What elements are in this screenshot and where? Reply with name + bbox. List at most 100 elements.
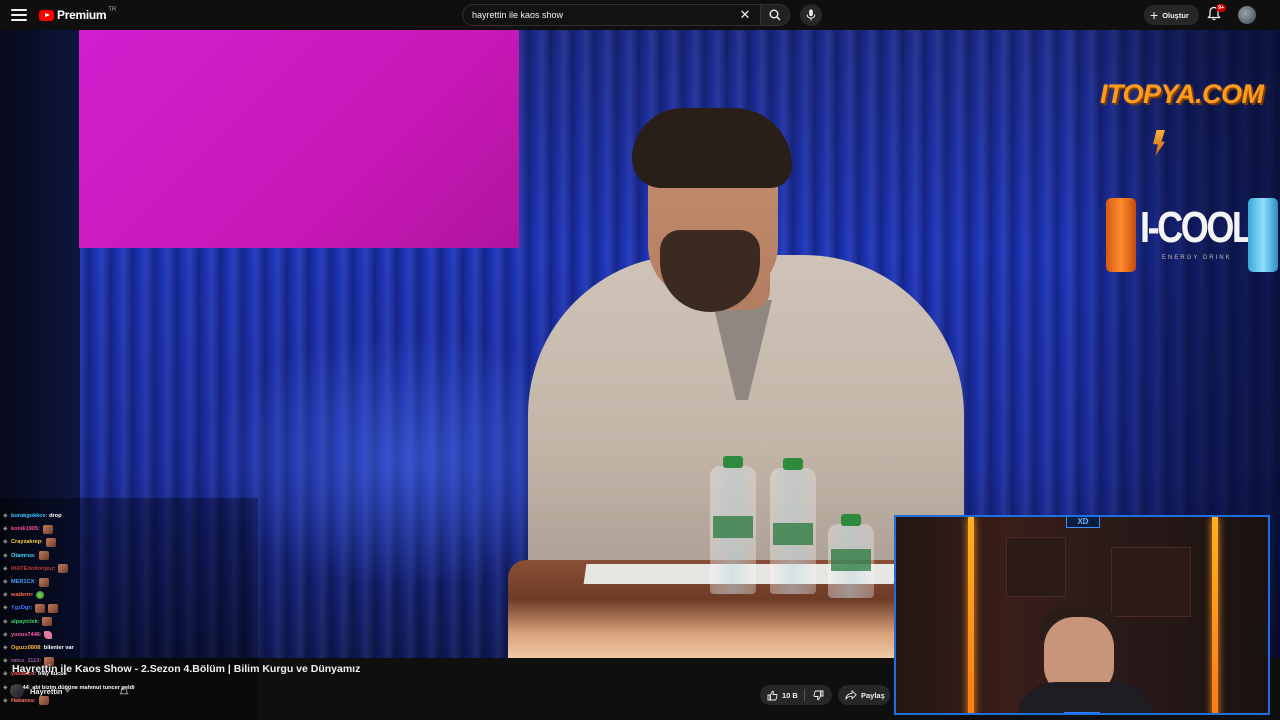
share-button[interactable]: Paylaş	[838, 685, 890, 705]
chat-username[interactable]: IHATEdoltoripur	[11, 566, 54, 572]
chat-badge-icon: ◈	[3, 671, 8, 678]
chat-text: bilenler var	[43, 645, 74, 651]
thumbs-up-icon	[767, 690, 778, 700]
chat-username[interactable]: alpayiclek	[11, 619, 38, 625]
chat-emote-icon	[44, 630, 53, 639]
chat-username[interactable]: YgzDgr	[11, 605, 31, 611]
create-button[interactable]: + Oluştur	[1144, 5, 1199, 25]
facecam-base	[1064, 712, 1100, 713]
search-icon	[769, 9, 781, 21]
thumbs-down-icon	[813, 690, 824, 700]
notifications-button[interactable]: 9+	[1207, 4, 1227, 24]
like-button[interactable]: 10 B	[760, 685, 804, 705]
dislike-button[interactable]	[805, 685, 832, 705]
chat-username[interactable]: Crayzakrep	[11, 539, 41, 545]
chat-separator: :	[40, 645, 42, 651]
chat-username[interactable]: yunus7446	[11, 632, 40, 638]
chat-badge-icon: ◈	[3, 579, 8, 585]
like-count: 10 B	[782, 690, 798, 700]
create-label: Oluştur	[1162, 10, 1189, 20]
verified-icon: ✔	[65, 688, 72, 695]
chat-username[interactable]: MER1CX	[11, 579, 34, 585]
chat-separator: :	[38, 526, 40, 533]
chat-badge-icon: ◈	[3, 552, 8, 559]
chat-separator: :	[45, 513, 48, 519]
chat-username[interactable]: Oguzz0808	[11, 645, 40, 651]
chat-badge-icon: ◈	[3, 605, 8, 612]
led-strip	[968, 517, 974, 713]
logo-region: TR	[108, 7, 117, 13]
chat-message: ◈ burakgokkce : drop	[3, 510, 62, 522]
collectible-shelf	[1111, 547, 1191, 617]
chat-badge-icon: ◈	[3, 565, 8, 572]
stage-screen	[79, 30, 519, 248]
subscribe-bell-icon[interactable]	[119, 686, 130, 696]
channel-avatar[interactable]	[10, 684, 24, 698]
chat-emote-icon	[42, 617, 53, 627]
chat-separator: :	[34, 552, 36, 559]
water-bottle	[770, 458, 816, 594]
chat-emote-icon	[38, 577, 49, 587]
energy-can-icon	[1106, 198, 1136, 272]
sponsor-logo-itopya: ITOPYA.COM	[1100, 79, 1264, 109]
chat-separator: :	[37, 618, 40, 625]
menu-icon[interactable]	[9, 7, 29, 23]
account-avatar[interactable]	[1238, 6, 1256, 24]
plus-icon: +	[1150, 7, 1159, 23]
chat-badge-icon: ◈	[3, 592, 8, 599]
chat-separator: :	[39, 631, 42, 638]
sponsor-icool-subtext: ENERGY DRINK	[1162, 255, 1232, 261]
collectible-shelf	[1006, 537, 1066, 597]
search-input[interactable]	[462, 4, 760, 26]
like-dislike-group: 10 B	[760, 685, 832, 705]
clear-search-icon[interactable]: ✕	[738, 8, 752, 22]
channel-name[interactable]: Hayrettin	[30, 687, 63, 696]
voice-search-button[interactable]	[800, 4, 822, 26]
chat-badge-icon: ◈	[3, 645, 8, 651]
chat-username[interactable]: burakgokkce	[11, 513, 46, 519]
chat-badge-icon: ◈	[3, 697, 8, 704]
chat-message: ◈ YgzDgr :	[3, 602, 59, 614]
facecam-logo: XD	[1066, 517, 1100, 528]
chat-emote-icon	[45, 537, 56, 547]
chat-username[interactable]: konik1905	[11, 526, 38, 532]
chat-emote-icon	[42, 524, 53, 534]
sponsor-icool-text: I-COOL	[1140, 203, 1254, 252]
share-icon	[845, 690, 857, 700]
microphone-icon	[806, 9, 816, 21]
chat-badge-icon: ◈	[3, 526, 8, 533]
chat-message: ◈ IHATEdoltoripur :	[3, 563, 69, 575]
water-bottle	[828, 514, 874, 598]
logo-text: Premium	[57, 8, 107, 22]
channel-info: Hayrettin ✔	[10, 683, 130, 699]
chat-message: ◈ Crayzakrep :	[3, 536, 56, 548]
share-label: Paylaş	[861, 690, 885, 700]
chat-message: ◈ yunus7446 :	[3, 629, 53, 641]
chat-username[interactable]: Otamrus	[11, 553, 34, 559]
chat-message: ◈ MER1CX :	[3, 576, 49, 588]
chat-separator: :	[41, 539, 43, 546]
water-bottle	[710, 456, 756, 594]
chat-text: drop	[49, 513, 62, 519]
chat-badge-icon: ◈	[3, 684, 8, 691]
chat-separator: :	[53, 565, 56, 572]
youtube-premium-logo[interactable]: Premium TR	[39, 7, 117, 22]
chat-message: ◈ Oguzz0808 : bilenler var	[3, 642, 74, 654]
energy-can-icon	[1248, 198, 1278, 272]
top-bar: Premium TR ✕ + Oluştur 9+	[0, 0, 1280, 30]
chat-message: ◈ alpayiclek :	[3, 616, 53, 628]
chat-username[interactable]: wadenn	[11, 592, 32, 598]
search-bar: ✕	[462, 4, 792, 26]
chat-badge-icon: ◈	[3, 658, 8, 665]
chat-message: ◈ wadenn :	[3, 589, 45, 601]
chat-emote-icon	[35, 603, 46, 613]
chat-badge-icon: ◈	[3, 539, 8, 546]
sponsor-logo-icool: I-COOL ENERGY DRINK	[1106, 198, 1278, 274]
video-title: Hayrettin ile Kaos Show - 2.Sezon 4.Bölü…	[12, 663, 361, 675]
chat-emote-icon	[36, 591, 45, 600]
search-button[interactable]	[760, 4, 790, 26]
youtube-logo-icon	[39, 9, 54, 21]
guest-hair	[632, 108, 792, 188]
chat-separator: :	[34, 579, 36, 585]
chat-separator: :	[30, 605, 33, 612]
